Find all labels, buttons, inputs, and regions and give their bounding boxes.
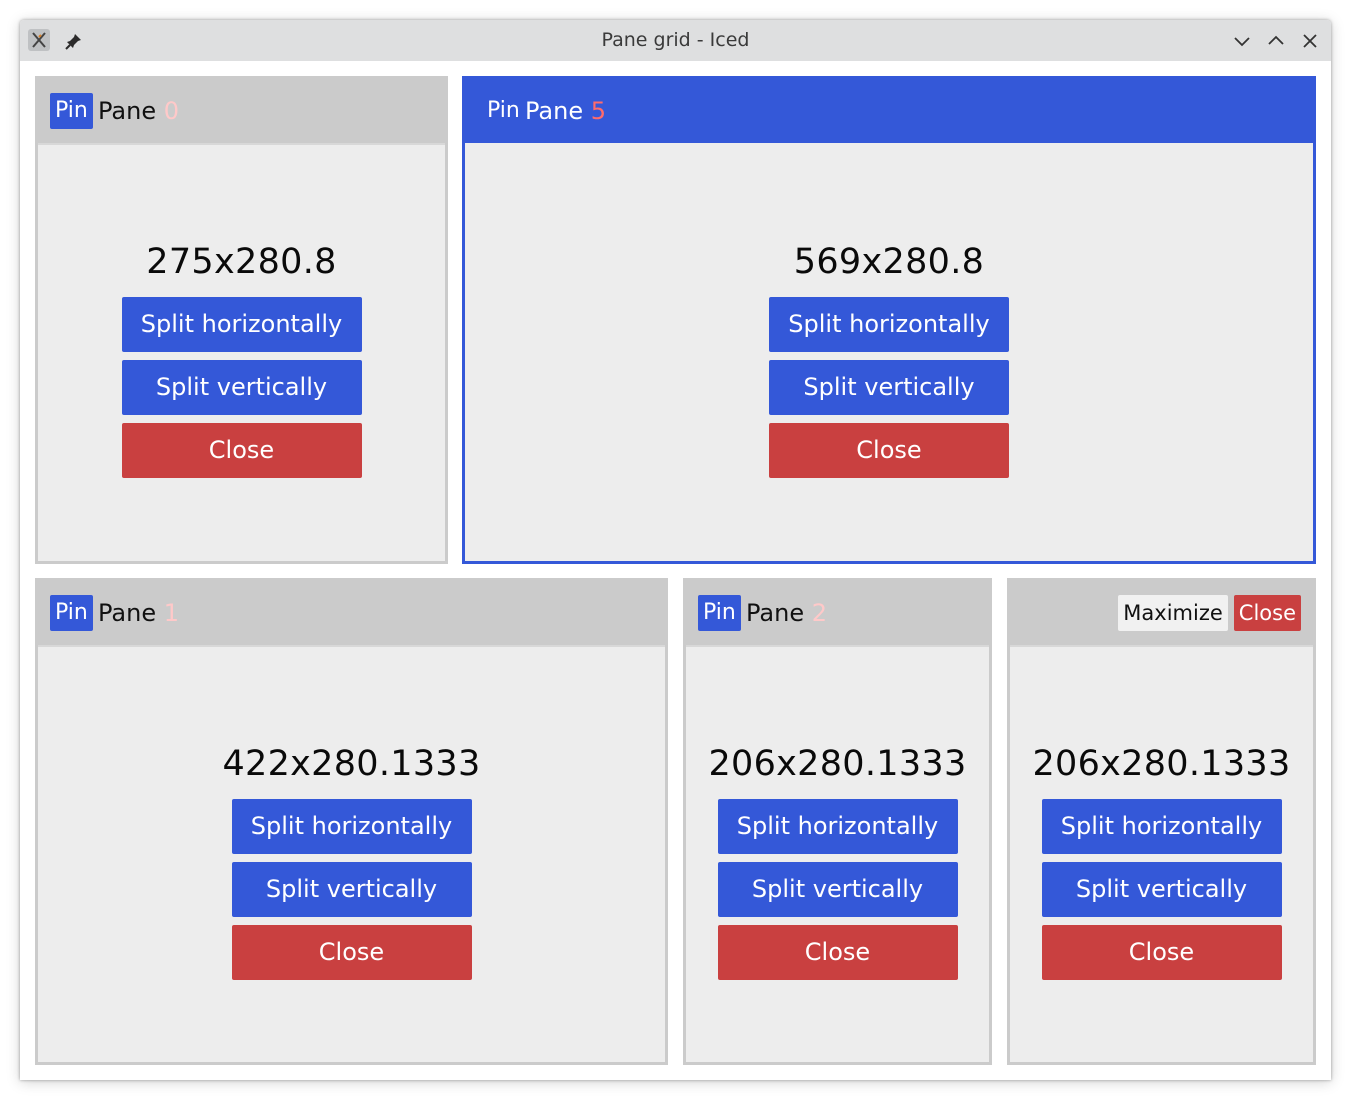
split-vertically-button[interactable]: Split vertically: [769, 360, 1009, 415]
pin-button[interactable]: Pin: [50, 93, 93, 129]
window-title: Pane grid - Iced: [601, 29, 750, 51]
pane-label: Pane: [98, 599, 157, 627]
pane-title-bar[interactable]: Maximize Close: [1010, 581, 1313, 645]
pane-title: Pane 5: [525, 93, 606, 129]
close-pane-button[interactable]: Close: [717, 925, 958, 980]
pane-title-bar[interactable]: Pin Pane 2: [686, 581, 989, 645]
pane-id: 5: [590, 97, 606, 125]
pane-title-bar[interactable]: Pin Pane 5: [465, 79, 1313, 143]
pane-controls: Maximize Close: [1118, 595, 1301, 631]
split-vertically-button[interactable]: Split vertically: [231, 862, 472, 917]
pane-body: 206x280.1333 Split horizontally Split ve…: [686, 647, 989, 1062]
pane-0[interactable]: Pin Pane 0 275x280.8 Split horizontally …: [35, 76, 448, 564]
pin-button[interactable]: Pin: [482, 93, 525, 129]
split-horizontally-button[interactable]: Split horizontally: [1041, 799, 1282, 854]
window-titlebar[interactable]: Pane grid - Iced: [20, 20, 1331, 61]
split-vertically-button[interactable]: Split vertically: [1041, 862, 1282, 917]
pane-body: 275x280.8 Split horizontally Split verti…: [38, 145, 445, 561]
pane-size-label: 206x280.1333: [1032, 744, 1291, 784]
pane-5[interactable]: Pin Pane 5 569x280.8 Split horizontally …: [462, 76, 1316, 564]
pane-title: Pane 2: [746, 595, 827, 631]
close-pane-button[interactable]: Close: [1041, 925, 1282, 980]
pane-title: Pane 0: [98, 93, 179, 129]
pane-3[interactable]: Maximize Close 206x280.1333 Split horizo…: [1007, 578, 1316, 1065]
pane-content: 206x280.1333 Split horizontally Split ve…: [686, 737, 989, 980]
pane-title-bar[interactable]: Pin Pane 0: [38, 79, 445, 143]
pin-button[interactable]: Pin: [698, 595, 741, 631]
pane-body: 569x280.8 Split horizontally Split verti…: [465, 145, 1313, 561]
chevron-down-icon[interactable]: [1232, 31, 1252, 51]
pane-size-label: 422x280.1333: [222, 744, 481, 784]
pane-title: Pane 1: [98, 595, 179, 631]
pin-button[interactable]: Pin: [50, 595, 93, 631]
split-horizontally-button[interactable]: Split horizontally: [717, 799, 958, 854]
pane-title-bar[interactable]: Pin Pane 1: [38, 581, 665, 645]
pane-content: 422x280.1333 Split horizontally Split ve…: [38, 737, 665, 980]
maximize-button[interactable]: Maximize: [1118, 595, 1228, 631]
pane-body: 422x280.1333 Split horizontally Split ve…: [38, 647, 665, 1062]
pane-id: 1: [163, 599, 179, 627]
pane-id: 2: [811, 599, 827, 627]
close-pane-button[interactable]: Close: [121, 423, 362, 478]
split-horizontally-button[interactable]: Split horizontally: [769, 297, 1009, 352]
pane-content: 275x280.8 Split horizontally Split verti…: [38, 235, 445, 478]
pane-content: 206x280.1333 Split horizontally Split ve…: [1010, 737, 1313, 980]
pane-content: 569x280.8 Split horizontally Split verti…: [465, 235, 1313, 478]
close-button[interactable]: Close: [1233, 595, 1301, 631]
pane-2[interactable]: Pin Pane 2 206x280.1333 Split horizontal…: [683, 578, 992, 1065]
split-vertically-button[interactable]: Split vertically: [121, 360, 362, 415]
pane-grid: Pin Pane 0 275x280.8 Split horizontally …: [20, 61, 1331, 1080]
pane-label: Pane: [746, 599, 805, 627]
pane-label: Pane: [98, 97, 157, 125]
pane-size-label: 206x280.1333: [708, 744, 967, 784]
split-horizontally-button[interactable]: Split horizontally: [231, 799, 472, 854]
pane-size-label: 275x280.8: [146, 242, 337, 282]
pane-label: Pane: [525, 97, 584, 125]
close-pane-button[interactable]: Close: [769, 423, 1009, 478]
pane-1[interactable]: Pin Pane 1 422x280.1333 Split horizontal…: [35, 578, 668, 1065]
pane-body: 206x280.1333 Split horizontally Split ve…: [1010, 647, 1313, 1062]
chevron-up-icon[interactable]: [1266, 31, 1286, 51]
pane-id: 0: [163, 97, 179, 125]
split-vertically-button[interactable]: Split vertically: [717, 862, 958, 917]
pane-size-label: 569x280.8: [793, 242, 985, 282]
close-pane-button[interactable]: Close: [231, 925, 472, 980]
split-horizontally-button[interactable]: Split horizontally: [121, 297, 362, 352]
close-icon[interactable]: [1300, 31, 1320, 51]
app-window: Pane grid - Iced Pin Pane 0 275x280.8 Sp…: [20, 20, 1331, 1080]
